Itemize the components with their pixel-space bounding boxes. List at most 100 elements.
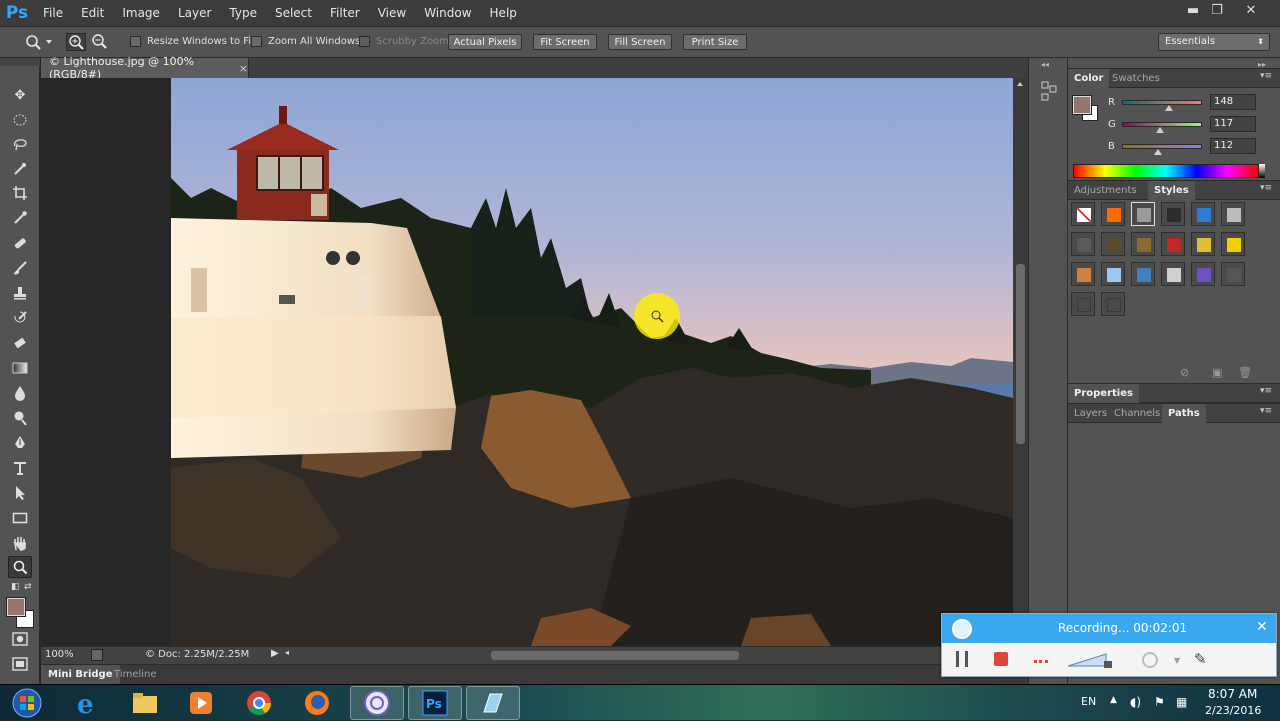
foreground-color-swatch[interactable] — [6, 597, 26, 617]
webcam-dropdown-icon[interactable]: ▼ — [1174, 656, 1180, 665]
move-tool-icon[interactable]: ✥ — [8, 84, 32, 106]
zoom-in-icon[interactable] — [66, 33, 86, 51]
firefox-icon[interactable] — [290, 686, 344, 720]
scrubby-zoom-checkbox[interactable]: Scrubby Zoom — [359, 36, 449, 47]
style-preset[interactable] — [1131, 262, 1155, 286]
red-knob[interactable] — [1165, 105, 1173, 111]
action-center-icon[interactable]: ⚑ — [1154, 695, 1165, 709]
healing-brush-tool-icon[interactable] — [8, 232, 32, 254]
blue-value[interactable]: 112 — [1210, 138, 1256, 154]
style-preset[interactable] — [1221, 232, 1245, 256]
zoom-tool-icon[interactable] — [8, 556, 32, 578]
quick-selection-tool-icon[interactable] — [8, 158, 32, 180]
style-preset[interactable] — [1071, 292, 1095, 316]
document-tab[interactable]: © Lighthouse.jpg @ 100% (RGB/8#) × — [41, 55, 249, 81]
internet-explorer-icon[interactable]: e — [60, 686, 114, 720]
photoshop-taskbar-icon[interactable]: Ps — [408, 686, 462, 720]
style-preset[interactable] — [1101, 262, 1125, 286]
rectangle-tool-icon[interactable] — [8, 507, 32, 529]
tab-adjustments[interactable]: Adjustments — [1068, 181, 1143, 200]
pause-icon[interactable] — [956, 651, 968, 667]
style-preset[interactable] — [1131, 202, 1155, 226]
pen-tool-icon[interactable] — [8, 432, 32, 454]
layers-panel-menu-icon[interactable]: ▾≡ — [1260, 406, 1272, 416]
more-options-icon[interactable] — [1034, 660, 1048, 663]
brush-tool-icon[interactable] — [8, 257, 32, 279]
new-style-icon[interactable]: ▣ — [1212, 366, 1226, 380]
document-image[interactable] — [171, 78, 1013, 646]
draw-pen-icon[interactable]: ✎ — [1194, 650, 1207, 668]
style-preset[interactable] — [1191, 262, 1215, 286]
style-preset[interactable] — [1191, 232, 1215, 256]
green-knob[interactable] — [1156, 127, 1164, 133]
close-window-button[interactable]: ✕ — [1234, 0, 1268, 20]
menu-select[interactable]: Select — [266, 0, 321, 26]
gradient-tool-icon[interactable] — [8, 357, 32, 379]
recorder-app-icon[interactable] — [350, 686, 404, 720]
hand-tool-icon[interactable] — [8, 532, 32, 554]
toolbar-grip[interactable] — [0, 58, 40, 66]
clone-stamp-tool-icon[interactable] — [8, 282, 32, 304]
speaker-icon[interactable]: ◖) — [1130, 695, 1141, 709]
black-white-ramp[interactable] — [1259, 164, 1265, 178]
crop-tool-icon[interactable] — [8, 182, 32, 204]
close-document-icon[interactable]: × — [239, 62, 248, 75]
style-preset[interactable] — [1071, 202, 1095, 226]
path-selection-tool-icon[interactable] — [8, 482, 32, 504]
fill-screen-button[interactable]: Fill Screen — [608, 34, 672, 50]
delete-style-icon[interactable]: 🗑 — [1238, 366, 1252, 380]
blur-tool-icon[interactable] — [8, 382, 32, 404]
preset-dropdown-icon[interactable] — [46, 40, 52, 44]
style-preset[interactable] — [1101, 292, 1125, 316]
zoom-level[interactable]: 100% — [45, 649, 74, 660]
recorder-close-icon[interactable]: ✕ — [1256, 619, 1268, 635]
menu-type[interactable]: Type — [220, 0, 266, 26]
style-preset[interactable] — [1101, 232, 1125, 256]
start-button[interactable] — [8, 688, 46, 718]
tab-color[interactable]: Color — [1068, 69, 1110, 88]
collapse-dock-icon[interactable]: ◂◂ — [1041, 60, 1049, 69]
status-menu-arrow-icon[interactable]: ▶ — [271, 648, 279, 659]
screen-mode-icon[interactable] — [8, 653, 32, 675]
color-panel-menu-icon[interactable]: ▾≡ — [1260, 71, 1272, 81]
tab-layers[interactable]: Layers — [1068, 404, 1113, 423]
dodge-tool-icon[interactable] — [8, 407, 32, 429]
zoom-tool-preset-icon[interactable] — [24, 33, 44, 51]
menu-layer[interactable]: Layer — [169, 0, 220, 26]
show-hidden-icons[interactable]: ▲ — [1110, 695, 1117, 705]
properties-panel-menu-icon[interactable]: ▾≡ — [1260, 386, 1272, 396]
vertical-scrollbar[interactable] — [1013, 78, 1028, 646]
zoom-out-icon[interactable] — [90, 33, 110, 51]
swap-colors-icon[interactable]: ⇄ — [24, 582, 32, 592]
restore-button[interactable]: ❐ — [1200, 0, 1234, 20]
app-taskbar-icon[interactable] — [466, 686, 520, 720]
menu-file[interactable]: File — [34, 0, 72, 26]
tab-paths[interactable]: Paths — [1162, 404, 1206, 423]
horizontal-scroll-thumb[interactable] — [491, 651, 739, 660]
red-value[interactable]: 148 — [1210, 94, 1256, 110]
slider-green[interactable]: G 117 — [1074, 116, 1274, 136]
clock-time[interactable]: 8:07 AM — [1208, 687, 1257, 701]
network-icon[interactable]: ▦ — [1176, 695, 1187, 709]
style-preset[interactable] — [1161, 262, 1185, 286]
style-preset[interactable] — [1071, 262, 1095, 286]
tab-channels[interactable]: Channels — [1108, 404, 1166, 423]
menu-image[interactable]: Image — [113, 0, 169, 26]
actual-pixels-button[interactable]: Actual Pixels — [448, 34, 522, 50]
eyedropper-tool-icon[interactable] — [8, 207, 32, 229]
green-value[interactable]: 117 — [1210, 116, 1256, 132]
type-tool-icon[interactable] — [8, 457, 32, 479]
style-preset[interactable] — [1071, 232, 1095, 256]
export-icon[interactable] — [91, 649, 103, 661]
clock-date[interactable]: 2/23/2016 — [1205, 704, 1261, 717]
history-brush-tool-icon[interactable] — [8, 307, 32, 329]
volume-meter-icon[interactable] — [1066, 648, 1114, 670]
lasso-tool-icon[interactable] — [8, 133, 32, 155]
chrome-icon[interactable] — [232, 686, 286, 720]
style-preset[interactable] — [1191, 202, 1215, 226]
zoom-all-windows-checkbox[interactable]: Zoom All Windows — [251, 36, 360, 47]
no-style-icon[interactable]: ⊘ — [1180, 366, 1194, 380]
media-player-icon[interactable] — [174, 686, 228, 720]
styles-panel-menu-icon[interactable]: ▾≡ — [1260, 183, 1272, 193]
slider-blue[interactable]: B 112 — [1074, 138, 1274, 158]
